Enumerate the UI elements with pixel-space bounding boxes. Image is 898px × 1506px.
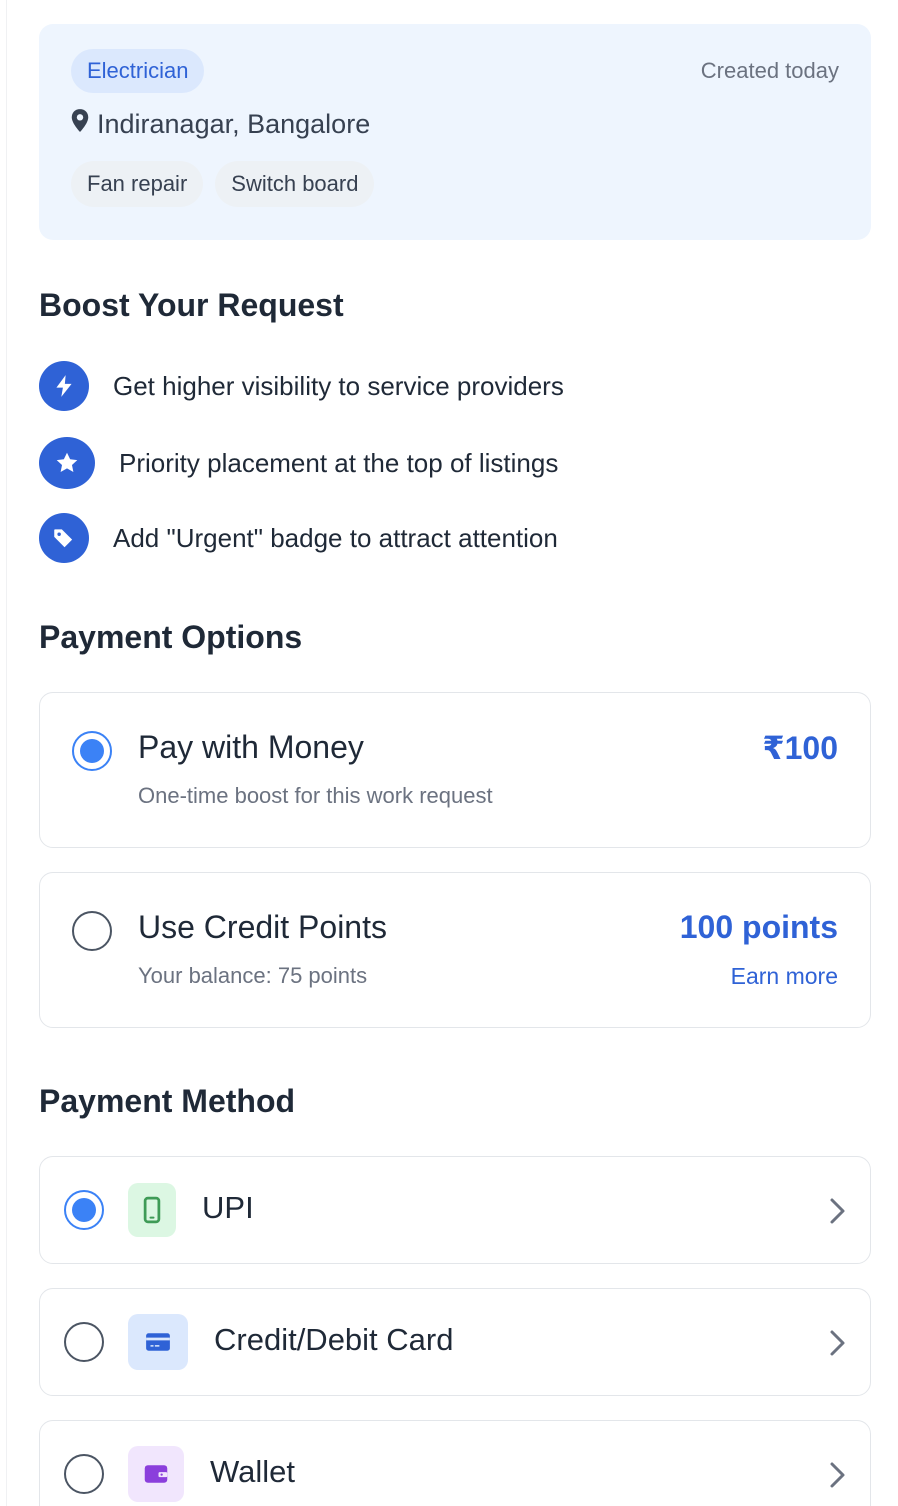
benefit-text: Priority placement at the top of listing… [119, 447, 559, 478]
card-icon [128, 1314, 188, 1370]
benefit-visibility: Get higher visibility to service provide… [39, 361, 564, 411]
use-credit-points-option[interactable]: Use Credit Points Your balance: 75 point… [39, 872, 871, 1028]
chevron-right-icon [830, 1330, 845, 1356]
created-date: Created today [700, 58, 839, 83]
credit-balance: Your balance: 75 points [138, 963, 368, 988]
location-pin-icon [69, 108, 91, 141]
payment-method-title: Payment Method [39, 1083, 296, 1119]
credit-points-price: 100 points [679, 909, 838, 945]
method-label: Wallet [210, 1454, 295, 1489]
payment-options-title: Payment Options [39, 619, 303, 655]
method-label: Credit/Debit Card [214, 1322, 454, 1357]
use-credit-points-radio[interactable] [72, 911, 112, 951]
upi-radio[interactable] [64, 1190, 104, 1230]
service-tag: Switch board [215, 161, 375, 207]
chevron-right-icon [830, 1198, 845, 1224]
benefit-text: Add "Urgent" badge to attract attention [113, 522, 558, 553]
option-description: One-time boost for this work request [138, 783, 493, 808]
money-price: ₹100 [762, 730, 838, 766]
method-upi[interactable]: UPI [39, 1156, 871, 1264]
lightning-icon [39, 361, 89, 411]
wallet-icon [128, 1446, 184, 1502]
option-title: Pay with Money [138, 729, 364, 765]
earn-more-link[interactable]: Earn more [731, 963, 838, 990]
service-tags: Fan repair Switch board [71, 161, 375, 207]
category-badge: Electrician [71, 49, 205, 93]
location-row: Indiranagar, Bangalore [69, 108, 370, 141]
card-radio[interactable] [64, 1322, 104, 1362]
tag-icon [39, 513, 89, 563]
location-text: Indiranagar, Bangalore [97, 109, 371, 139]
star-icon [39, 437, 95, 489]
phone-icon [128, 1183, 176, 1237]
boost-request-page: Electrician Created today Indiranagar, B… [6, 0, 898, 1506]
method-card-payment[interactable]: Credit/Debit Card [39, 1288, 871, 1396]
pay-with-money-option[interactable]: Pay with Money One-time boost for this w… [39, 692, 871, 848]
benefit-priority: Priority placement at the top of listing… [39, 437, 558, 489]
benefit-text: Get higher visibility to service provide… [113, 370, 564, 401]
wallet-radio[interactable] [64, 1454, 104, 1494]
option-title: Use Credit Points [138, 909, 387, 945]
chevron-right-icon [830, 1462, 845, 1488]
service-tag: Fan repair [71, 161, 204, 207]
request-summary-card: Electrician Created today Indiranagar, B… [39, 24, 871, 240]
boost-section-title: Boost Your Request [39, 287, 344, 323]
method-label: UPI [202, 1190, 254, 1225]
method-wallet[interactable]: Wallet [39, 1420, 871, 1506]
benefit-urgent-badge: Add "Urgent" badge to attract attention [39, 513, 558, 563]
pay-with-money-radio[interactable] [72, 731, 112, 771]
